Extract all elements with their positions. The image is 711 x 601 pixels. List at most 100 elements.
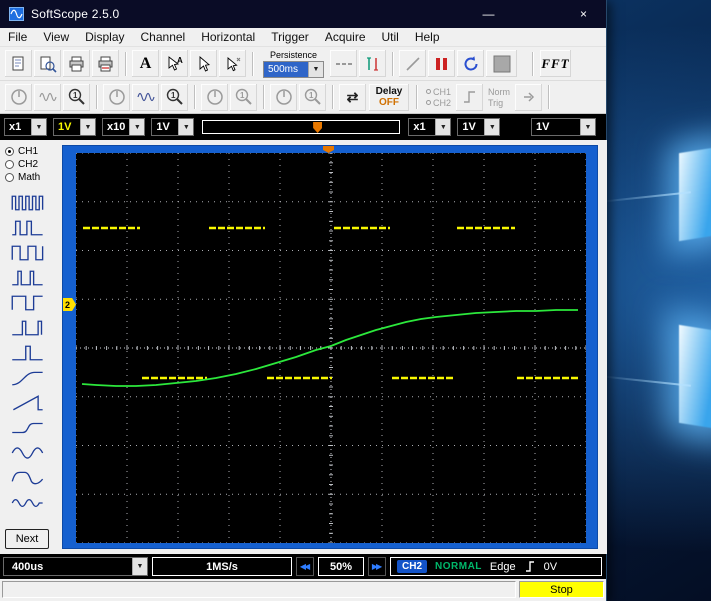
toolbar-separator: [194, 85, 195, 109]
ch2-volts-select[interactable]: 1V ▼: [151, 118, 194, 136]
run-loop-button[interactable]: [457, 50, 484, 77]
narrow-pulse-pair-icon: [10, 319, 46, 337]
menu-item-help[interactable]: Help: [407, 29, 448, 45]
toolbar-separator: [125, 52, 126, 76]
waveform-button-small-step[interactable]: [5, 416, 51, 440]
zoom-1x-icon: 1: [234, 87, 254, 107]
timebase-select[interactable]: 400us ▼: [3, 557, 148, 576]
dropdown-arrow-icon[interactable]: ▼: [31, 119, 46, 135]
dropdown-arrow-icon[interactable]: ▼: [484, 119, 499, 135]
swap-arrows-icon: ⇄: [347, 90, 359, 104]
waveform-button-wide-pulse[interactable]: [5, 291, 51, 315]
dropdown-arrow-icon[interactable]: ▼: [178, 119, 193, 135]
arrow-right-icon: [521, 89, 537, 105]
menu-item-channel[interactable]: Channel: [133, 29, 194, 45]
scroll-left-button[interactable]: ◀◀: [296, 557, 314, 576]
waveform-button-double-sine[interactable]: [5, 491, 51, 515]
waveform-button-distorted-sine[interactable]: [5, 466, 51, 490]
light-beam: [601, 375, 691, 386]
scope-display: [76, 153, 586, 543]
print-plot-icon: [96, 55, 116, 73]
ch2-scale-button[interactable]: [132, 84, 159, 111]
trigger-time-marker[interactable]: [323, 146, 334, 153]
ch1-scale-button[interactable]: [34, 84, 61, 111]
delay-toggle-button[interactable]: Delay OFF: [369, 84, 409, 111]
dropdown-arrow-icon[interactable]: ▼: [129, 119, 144, 135]
waveform-button-double-pulse[interactable]: [5, 216, 51, 240]
auto-trigger-button[interactable]: [515, 84, 542, 111]
waveform-button-square-wave[interactable]: [5, 241, 51, 265]
page-setup-button[interactable]: [5, 50, 32, 77]
pause-button[interactable]: [428, 50, 455, 77]
dropdown-arrow-icon[interactable]: ▼: [308, 62, 323, 77]
text-annotation-button[interactable]: A: [132, 50, 159, 77]
cursor-markers-button[interactable]: [359, 50, 386, 77]
waveform-button-sine-wave[interactable]: [5, 441, 51, 465]
label-cursor-button[interactable]: A: [161, 50, 188, 77]
ch2-level-marker[interactable]: 2: [63, 298, 76, 311]
print-plot-button[interactable]: [92, 50, 119, 77]
channel-radio-ch2[interactable]: CH2: [5, 158, 58, 171]
minimize-button[interactable]: —: [466, 0, 511, 28]
ch1-position-knob-button[interactable]: [5, 84, 32, 111]
ch2-position-knob-button[interactable]: [103, 84, 130, 111]
math-zoom-button[interactable]: 1: [230, 84, 257, 111]
menu-item-util[interactable]: Util: [374, 29, 407, 45]
toolbar-separator: [263, 85, 264, 109]
ref-zoom-button[interactable]: 1: [299, 84, 326, 111]
stop-status-label: Stop: [550, 584, 573, 596]
next-page-button[interactable]: Next: [5, 529, 49, 549]
channel-radio-ch1[interactable]: CH1: [5, 145, 58, 158]
waveform-button-rising-ramp[interactable]: [5, 391, 51, 415]
math-volts-select[interactable]: 1V ▼: [457, 118, 500, 136]
swap-channels-button[interactable]: ⇄: [339, 84, 366, 111]
menu-item-trigger[interactable]: Trigger: [263, 29, 317, 45]
dropdown-arrow-icon[interactable]: ▼: [132, 558, 147, 575]
menu-item-display[interactable]: Display: [77, 29, 132, 45]
dropdown-arrow-icon[interactable]: ▼: [580, 119, 595, 135]
ch2-probe-select[interactable]: x10 ▼: [102, 118, 145, 136]
stop-button[interactable]: [486, 50, 517, 77]
waveform-button-rising-step[interactable]: [5, 366, 51, 390]
fft-button[interactable]: FFT: [540, 50, 571, 77]
trigger-source-labels[interactable]: CH1 CH2: [426, 87, 451, 108]
ch2-zoom-button[interactable]: 1: [161, 84, 188, 111]
math-knob-button[interactable]: [201, 84, 228, 111]
scroll-right-button[interactable]: ▶▶: [368, 557, 386, 576]
menu-item-acquire[interactable]: Acquire: [317, 29, 374, 45]
waveform-button-pulse-pair[interactable]: [5, 266, 51, 290]
radio-icon: [426, 89, 431, 94]
pointer-tool-button[interactable]: [190, 50, 217, 77]
waveform-adjust-icon: [136, 89, 156, 105]
ch1-volts-select[interactable]: 1V ▼: [53, 118, 96, 136]
persistence-clear-button[interactable]: [330, 50, 357, 77]
menu-item-view[interactable]: View: [35, 29, 77, 45]
norm-trig-labels[interactable]: Norm Trig: [488, 87, 510, 108]
wide-pulse-icon: [10, 294, 46, 312]
waveform-button-single-pulse[interactable]: [5, 341, 51, 365]
dropdown-arrow-icon[interactable]: ▼: [435, 119, 450, 135]
math-radio-label: Math: [18, 172, 40, 183]
trigger-position-marker[interactable]: [313, 122, 322, 133]
trigger-slope-button[interactable]: [456, 84, 483, 111]
menu-item-file[interactable]: File: [0, 29, 35, 45]
horizontal-position-slider[interactable]: [202, 120, 400, 134]
channel-radio-math[interactable]: Math: [5, 171, 58, 184]
dropdown-arrow-icon[interactable]: ▼: [80, 119, 95, 135]
select-arrow-icon: [223, 55, 243, 73]
ref-volts-select[interactable]: 1V ▼: [531, 118, 596, 136]
print-preview-button[interactable]: [34, 50, 61, 77]
close-button[interactable]: ×: [561, 0, 606, 28]
ref-knob-button[interactable]: [270, 84, 297, 111]
ch1-probe-select[interactable]: x1 ▼: [4, 118, 47, 136]
menu-item-horizontal[interactable]: Horizontal: [193, 29, 263, 45]
waveform-button-narrow-pulse-pair[interactable]: [5, 316, 51, 340]
single-sweep-button[interactable]: [399, 50, 426, 77]
waveform-button-pulse-train[interactable]: [5, 191, 51, 215]
math-probe-select[interactable]: x1 ▼: [408, 118, 451, 136]
double-pulse-icon: [10, 219, 46, 237]
select-tool-button[interactable]: [219, 50, 246, 77]
persistence-select[interactable]: 500ms ▼: [263, 61, 324, 78]
print-button[interactable]: [63, 50, 90, 77]
ch1-zoom-button[interactable]: 1: [63, 84, 90, 111]
